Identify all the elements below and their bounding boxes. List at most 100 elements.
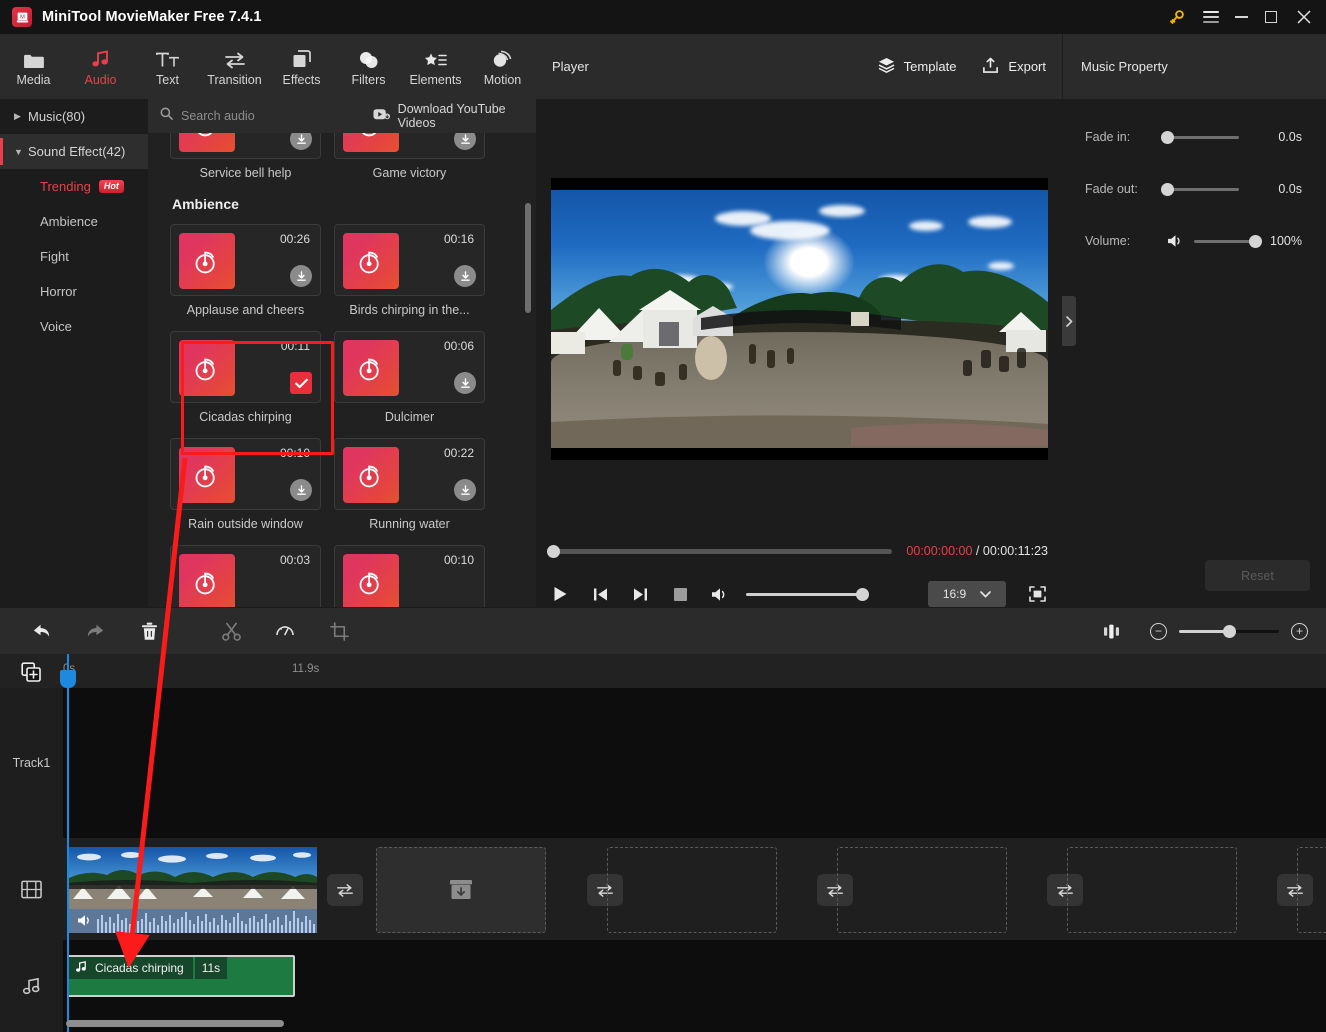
timeline-lane-audio[interactable]: Cicadas chirping 11s: [63, 940, 1326, 1032]
audio-card-box[interactable]: 00:06: [334, 331, 485, 403]
fade-in-knob[interactable]: [1161, 130, 1174, 144]
timeline-ruler[interactable]: 0s 11.9s: [0, 654, 1326, 688]
zoom-out-icon[interactable]: −: [1150, 622, 1167, 640]
zoom-in-icon[interactable]: +: [1291, 622, 1308, 640]
selected-check-icon[interactable]: [290, 372, 312, 394]
ribbon-item-media[interactable]: Media: [0, 34, 67, 99]
maximize-icon[interactable]: [1256, 0, 1286, 34]
fade-out-slider[interactable]: [1161, 182, 1239, 196]
audio-card-box[interactable]: 00:10: [334, 545, 485, 607]
timeline-lane-track1[interactable]: [63, 688, 1326, 838]
aspect-ratio-select[interactable]: 16:9: [928, 581, 1006, 607]
audio-card[interactable]: 00:03: [170, 545, 334, 607]
audio-clip-cicadas-chirping[interactable]: Cicadas chirping 11s: [67, 955, 295, 997]
search-input[interactable]: Search audio: [148, 107, 327, 125]
download-icon[interactable]: [290, 133, 312, 150]
volume-icon[interactable]: [710, 584, 730, 604]
audio-list-scroll-area[interactable]: Service bell help Game victory Ambience …: [148, 133, 536, 607]
ribbon-item-motion[interactable]: Motion: [469, 34, 536, 99]
reset-button[interactable]: Reset: [1205, 560, 1310, 591]
audio-card-box[interactable]: 00:26: [170, 224, 321, 296]
ribbon-item-transition[interactable]: Transition: [201, 34, 268, 99]
sidebar-item-ambience[interactable]: Ambience: [0, 204, 148, 239]
audio-card[interactable]: 00:10: [334, 545, 498, 607]
next-frame-icon[interactable]: [630, 584, 650, 604]
ribbon-item-text[interactable]: Text: [134, 34, 201, 99]
volume-icon[interactable]: [1167, 234, 1184, 248]
zoom-slider[interactable]: [1179, 624, 1279, 638]
undo-icon[interactable]: [24, 614, 58, 648]
video-preview-stage[interactable]: [551, 178, 1048, 460]
timeline-horizontal-scrollbar[interactable]: [66, 1020, 1311, 1027]
speed-icon[interactable]: [268, 614, 302, 648]
redo-icon[interactable]: [78, 614, 112, 648]
audio-card-box[interactable]: [334, 133, 485, 159]
clip-mute-icon[interactable]: [77, 914, 93, 930]
download-icon[interactable]: [290, 265, 312, 287]
audio-card-applause-and-cheers[interactable]: 00:26 Applause and cheers: [170, 224, 334, 317]
playhead[interactable]: [67, 654, 69, 1032]
media-placeholder-1[interactable]: [376, 847, 546, 933]
download-icon[interactable]: [290, 479, 312, 501]
crop-icon[interactable]: [322, 614, 356, 648]
sidebar-item-fight[interactable]: Fight: [0, 239, 148, 274]
audio-card-box[interactable]: 00:22: [334, 438, 485, 510]
scrollbar-thumb[interactable]: [66, 1020, 284, 1027]
sidebar-item-trending[interactable]: Trending Hot: [0, 169, 148, 204]
audio-card-dulcimer[interactable]: 00:06 Dulcimer: [334, 331, 498, 424]
audio-card-running-water[interactable]: 00:22 Running water: [334, 438, 498, 531]
play-icon[interactable]: [550, 584, 570, 604]
audio-card-cicadas-chirping[interactable]: 00:11 Cicadas chirping: [170, 331, 334, 424]
media-placeholder-5[interactable]: [1297, 847, 1326, 933]
download-icon[interactable]: [454, 372, 476, 394]
audio-card-box[interactable]: 00:10: [170, 438, 321, 510]
fit-to-screen-icon[interactable]: [1094, 614, 1128, 648]
previous-frame-icon[interactable]: [590, 584, 610, 604]
download-icon[interactable]: [454, 265, 476, 287]
download-youtube-button[interactable]: Download YouTube Videos: [373, 102, 536, 130]
close-icon[interactable]: [1286, 0, 1322, 34]
audio-card-box[interactable]: [170, 133, 321, 159]
seek-knob[interactable]: [547, 544, 560, 558]
audio-card-box[interactable]: 00:16: [334, 224, 485, 296]
sidebar-item-horror[interactable]: Horror: [0, 274, 148, 309]
ribbon-item-elements[interactable]: Elements: [402, 34, 469, 99]
split-scissors-icon[interactable]: [214, 614, 248, 648]
volume-knob[interactable]: [1249, 234, 1262, 248]
audio-card[interactable]: Service bell help: [170, 133, 334, 180]
volume-slider[interactable]: [746, 587, 869, 601]
ribbon-item-audio[interactable]: Audio: [67, 34, 134, 99]
stop-icon[interactable]: [670, 584, 690, 604]
add-media-icon[interactable]: [20, 661, 42, 683]
audio-card-birds-chirping[interactable]: 00:16 Birds chirping in the...: [334, 224, 498, 317]
audio-list-scrollbar[interactable]: [525, 203, 531, 313]
ribbon-item-filters[interactable]: Filters: [335, 34, 402, 99]
timeline-lane-video[interactable]: [63, 838, 1326, 940]
fullscreen-icon[interactable]: [1026, 583, 1048, 605]
audio-card-rain-outside-window[interactable]: 00:10 Rain outside window: [170, 438, 334, 531]
sidebar-item-voice[interactable]: Voice: [0, 309, 148, 344]
delete-icon[interactable]: [132, 614, 166, 648]
media-placeholder-4[interactable]: [1067, 847, 1237, 933]
key-icon[interactable]: [1156, 0, 1196, 34]
playhead-handle[interactable]: [60, 670, 76, 688]
audio-card-box[interactable]: 00:11: [170, 331, 321, 403]
timeline-tracks[interactable]: Cicadas chirping 11s: [63, 654, 1326, 1032]
zoom-slider-knob[interactable]: [1223, 624, 1236, 638]
template-button[interactable]: Template: [878, 57, 956, 76]
media-placeholder-2[interactable]: [607, 847, 777, 933]
ribbon-item-effects[interactable]: Effects: [268, 34, 335, 99]
fade-out-knob[interactable]: [1161, 182, 1174, 196]
volume-slider[interactable]: [1194, 234, 1262, 248]
export-button[interactable]: Export: [982, 57, 1046, 77]
sidebar-group-sound-effect[interactable]: ▼ Sound Effect(42): [0, 134, 148, 169]
seek-slider[interactable]: [547, 544, 893, 558]
audio-card-box[interactable]: 00:03: [170, 545, 321, 607]
hamburger-menu-icon[interactable]: [1196, 0, 1226, 34]
download-icon[interactable]: [454, 133, 476, 150]
transition-slot-1[interactable]: [327, 874, 363, 906]
panel-collapse-handle[interactable]: [1062, 296, 1076, 346]
fade-in-slider[interactable]: [1161, 130, 1239, 144]
volume-knob[interactable]: [856, 587, 869, 601]
audio-card[interactable]: Game victory: [334, 133, 498, 180]
